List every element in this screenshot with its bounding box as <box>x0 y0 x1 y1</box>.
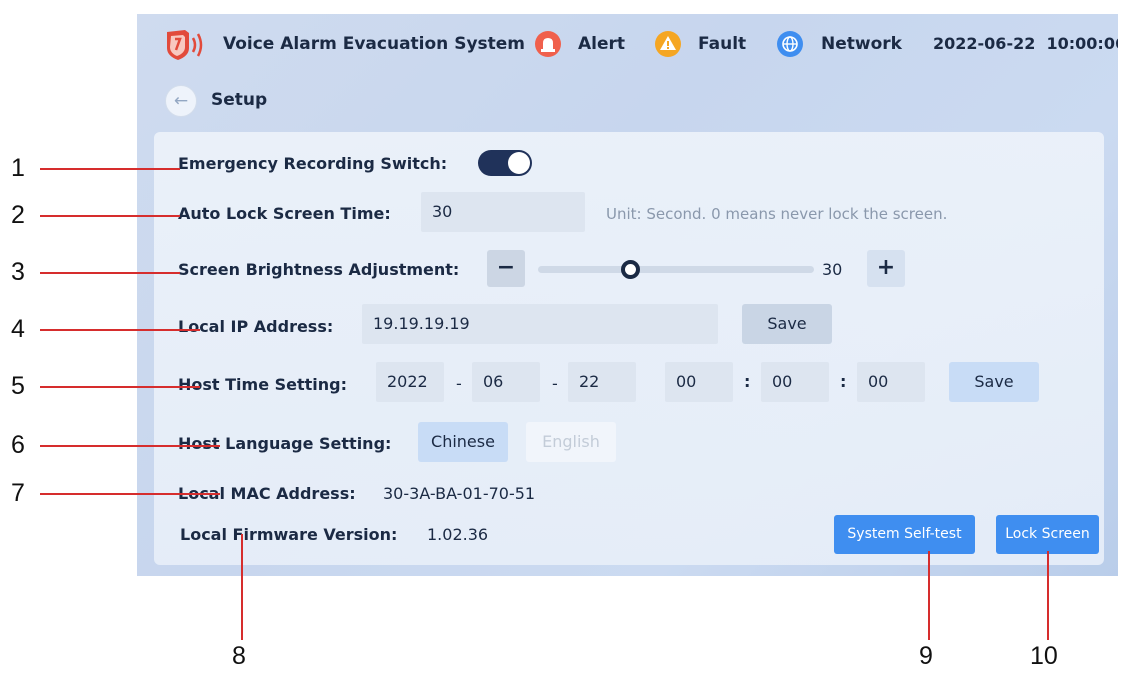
ip-save-button[interactable]: Save <box>742 304 832 344</box>
firmware-value: 1.02.36 <box>427 525 489 544</box>
callout-number-6: 6 <box>11 431 25 459</box>
day-input[interactable]: 22 <box>568 362 636 402</box>
back-arrow-icon[interactable]: ← <box>165 85 197 117</box>
speaker-shield-logo-icon <box>163 28 211 62</box>
callout-line-3 <box>40 272 180 274</box>
callout-number-5: 5 <box>11 372 25 400</box>
ip-address-label: Local IP Address: <box>178 317 334 336</box>
time-separator: : <box>840 372 847 391</box>
mac-address-value: 30-3A-BA-01-70-51 <box>383 484 536 503</box>
brightness-label: Screen Brightness Adjustment: <box>178 260 460 279</box>
brightness-slider-thumb[interactable] <box>621 260 640 279</box>
brightness-value: 30 <box>822 260 843 279</box>
time-save-button[interactable]: Save <box>949 362 1039 402</box>
auto-lock-input[interactable]: 30 <box>421 192 585 232</box>
alarm-siren-icon[interactable] <box>535 31 561 57</box>
callout-line-4 <box>40 329 200 331</box>
network-status-label[interactable]: Network <box>821 34 902 54</box>
page-title: Setup <box>211 90 268 110</box>
lock-screen-button[interactable]: Lock Screen <box>996 515 1099 554</box>
firmware-label: Local Firmware Version: <box>180 525 398 544</box>
ip-address-input[interactable]: 19.19.19.19 <box>362 304 718 344</box>
settings-panel: Emergency Recording Switch: Auto Lock Sc… <box>154 132 1104 565</box>
emergency-recording-label: Emergency Recording Switch: <box>178 154 448 173</box>
language-english-button[interactable]: English <box>526 422 616 462</box>
callout-number-8: 8 <box>232 642 246 670</box>
month-input[interactable]: 06 <box>472 362 540 402</box>
callout-number-9: 9 <box>919 642 933 670</box>
callout-line-6 <box>40 445 220 447</box>
callout-number-7: 7 <box>11 479 25 507</box>
time-separator: : <box>744 372 751 391</box>
app-title: Voice Alarm Evacuation System <box>223 34 526 54</box>
callout-number-2: 2 <box>11 201 25 229</box>
brightness-slider-track[interactable] <box>538 266 814 273</box>
host-time-label: Host Time Setting: <box>178 375 348 394</box>
system-self-test-button[interactable]: System Self-test <box>834 515 975 554</box>
second-input[interactable]: 00 <box>857 362 925 402</box>
toggle-knob <box>508 152 530 174</box>
callout-line-10 <box>1047 551 1049 640</box>
brightness-decrease-button[interactable]: − <box>487 250 525 287</box>
callout-number-3: 3 <box>11 258 25 286</box>
callout-number-4: 4 <box>11 315 25 343</box>
brightness-increase-button[interactable]: + <box>867 250 905 287</box>
callout-line-7 <box>40 493 220 495</box>
callout-line-5 <box>40 386 200 388</box>
hour-input[interactable]: 00 <box>665 362 733 402</box>
date-separator: - <box>552 374 558 393</box>
device-screen: Voice Alarm Evacuation System Alert Faul… <box>137 14 1118 576</box>
date-separator: - <box>456 374 462 393</box>
warning-triangle-icon[interactable] <box>655 31 681 57</box>
callout-line-2 <box>40 215 180 217</box>
language-label: Host Language Setting: <box>178 434 392 453</box>
auto-lock-hint: Unit: Second. 0 means never lock the scr… <box>606 205 948 223</box>
callout-line-9 <box>928 551 930 640</box>
callout-line-1 <box>40 168 180 170</box>
callout-number-10: 10 <box>1030 642 1058 670</box>
top-bar: Voice Alarm Evacuation System Alert Faul… <box>137 14 1118 76</box>
system-datetime: 2022-06-22 10:00:06 <box>933 34 1118 53</box>
globe-icon[interactable] <box>777 31 803 57</box>
year-input[interactable]: 2022 <box>376 362 444 402</box>
emergency-recording-toggle[interactable] <box>478 150 532 176</box>
callout-number-1: 1 <box>11 154 25 182</box>
language-chinese-button[interactable]: Chinese <box>418 422 508 462</box>
alert-status-label[interactable]: Alert <box>578 34 625 54</box>
fault-status-label[interactable]: Fault <box>698 34 746 54</box>
minute-input[interactable]: 00 <box>761 362 829 402</box>
callout-line-8 <box>241 534 243 640</box>
auto-lock-label: Auto Lock Screen Time: <box>178 204 391 223</box>
